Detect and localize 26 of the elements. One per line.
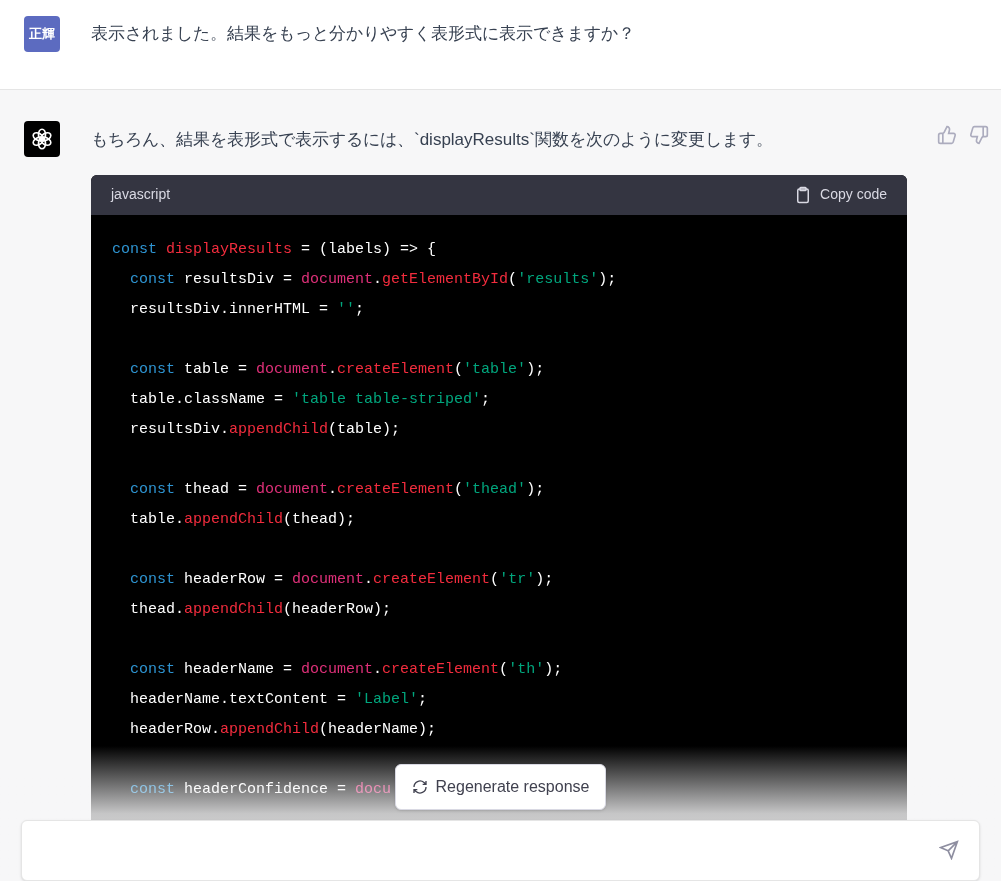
code-line: const headerName = document.createElement('th');: [129, 659, 563, 680]
regenerate-button[interactable]: Regenerate response: [394, 764, 607, 810]
code-line: headerRow.appendChild(headerName);: [129, 719, 437, 740]
code-line: thead.appendChild(headerRow);: [129, 599, 392, 620]
thumbs-down-icon[interactable]: [969, 125, 989, 145]
code-line: const resultsDiv = document.getElementById('results');: [129, 269, 617, 290]
code-line: const headerRow = document.createElement('tr');: [129, 569, 554, 590]
message-input[interactable]: [21, 819, 980, 881]
copy-code-button[interactable]: Copy code: [794, 184, 887, 205]
code-line: headerName.textContent = 'Label';: [129, 689, 428, 710]
code-line: const headerConfidence = docu: [129, 779, 392, 800]
code-line: resultsDiv.appendChild(table);: [129, 419, 401, 440]
assistant-message: もちろん、結果を表形式で表示するには、`displayResults`関数を次のように変更します。: [91, 129, 773, 151]
code-line: resultsDiv.innerHTML = '';: [129, 299, 365, 320]
code-line: table.appendChild(thead);: [129, 509, 356, 530]
code-language: javascript: [111, 185, 171, 204]
thumbs-up-icon[interactable]: [937, 125, 957, 145]
assistant-avatar: [24, 121, 60, 157]
refresh-icon: [411, 778, 428, 795]
code-line: const displayResults = (labels) => {: [112, 239, 437, 260]
user-avatar: 正輝: [24, 16, 60, 52]
code-line: const thead = document.createElement('thead');: [129, 479, 545, 500]
code-line: table.className = 'table table-striped';: [129, 389, 491, 410]
code-line: const table = document.createElement('table');: [129, 359, 545, 380]
user-message: 表示されました。結果をもっと分かりやすく表形式に表示できますか？: [91, 23, 635, 45]
send-icon[interactable]: [939, 840, 959, 861]
